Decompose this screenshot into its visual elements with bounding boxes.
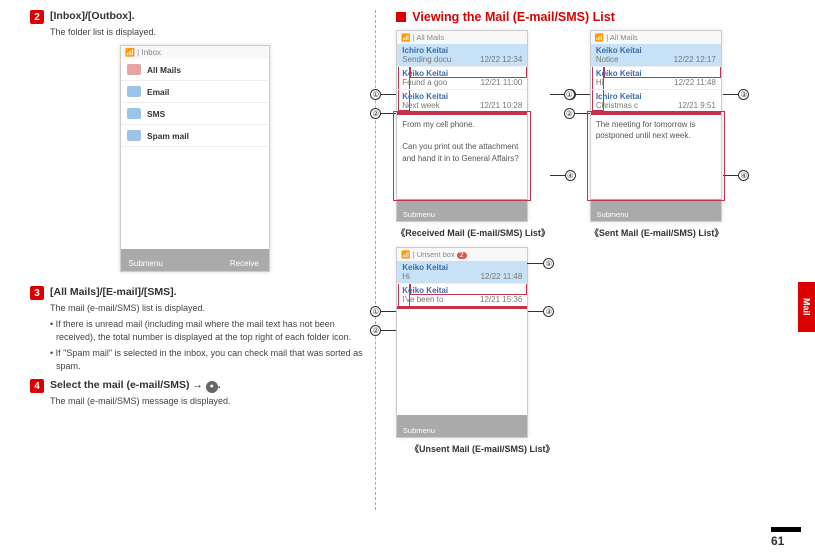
page: 2 [Inbox]/[Outbox]. The folder list is d… bbox=[0, 0, 815, 554]
softkey-left: Submenu bbox=[121, 256, 170, 271]
callout-1: ① bbox=[564, 89, 575, 100]
preview-pane: From my cell phone. Can you print out th… bbox=[397, 115, 527, 199]
step-number-4: 4 bbox=[30, 379, 44, 393]
softkey: Submenu bbox=[397, 424, 440, 437]
softkey: Submenu bbox=[397, 208, 440, 221]
step-4-line: The mail (e-mail/SMS) message is display… bbox=[50, 395, 365, 408]
step-3-body: The mail (e-mail/SMS) list is displayed.… bbox=[50, 302, 365, 373]
softkey-right: Receive bbox=[220, 256, 269, 271]
callout-4: ④ bbox=[565, 170, 576, 181]
list-item: Ichiro Keitai Sending docu12/22 12:34 bbox=[397, 44, 527, 67]
step-3: 3 [All Mails]/[E-mail]/[SMS]. The mail (… bbox=[30, 286, 365, 373]
sent-wrap: ① ② ③ ④ 📶 | All Mails Keiko Keitai Notic… bbox=[590, 30, 724, 239]
phone-status: 📶 | All Mails bbox=[591, 31, 721, 44]
folder-item: Spam mail bbox=[121, 125, 269, 147]
preview-pane: The meeting for tomorrow is postponed un… bbox=[591, 115, 721, 199]
callout-box bbox=[393, 111, 531, 201]
list-item: Keiko Keitai Notice12/22 12:17 bbox=[591, 44, 721, 67]
list-item: Keiko Keitai Hi12/22 11:48 bbox=[397, 261, 527, 284]
callout-1: ① bbox=[370, 306, 381, 317]
phone-received: 📶 | All Mails Ichiro Keitai Sending docu… bbox=[396, 30, 528, 222]
folder-icon bbox=[127, 64, 141, 75]
received-wrap: ① ② ③ ④ 📶 | All Mails Ichiro Keitai Send… bbox=[396, 30, 550, 239]
list-item: Keiko Keitai Hi12/22 11:48 bbox=[591, 67, 721, 90]
left-column: 2 [Inbox]/[Outbox]. The folder list is d… bbox=[30, 10, 365, 530]
caption-unsent: 《Unsent Mail (E-mail/SMS) List》 bbox=[396, 442, 568, 455]
column-divider bbox=[375, 10, 376, 510]
step-3-bullet: • If there is unread mail (including mai… bbox=[50, 318, 365, 344]
step-number-2: 2 bbox=[30, 10, 44, 24]
step-4-body: The mail (e-mail/SMS) message is display… bbox=[50, 395, 365, 408]
section-marker-icon bbox=[396, 12, 406, 22]
folder-icon bbox=[127, 86, 141, 97]
list-item: Keiko Keitai Found a goo12/21 11:00 bbox=[397, 67, 527, 90]
softkeys: Submenu Receive bbox=[121, 249, 269, 271]
callout-3: ③ bbox=[738, 89, 749, 100]
folder-icon bbox=[127, 130, 141, 141]
badge: 2 bbox=[457, 252, 467, 259]
callout-3: ③ bbox=[543, 306, 554, 317]
step-4-title: Select the mail (e-mail/SMS) → ●. bbox=[50, 379, 221, 393]
step-2-line: The folder list is displayed. bbox=[50, 26, 365, 39]
step-2-title: [Inbox]/[Outbox]. bbox=[50, 10, 135, 22]
callout-5: ⑤ bbox=[543, 258, 554, 269]
phone-unsent: 📶 | Unsent box 2 Keiko Keitai Hi12/22 11… bbox=[396, 247, 528, 438]
phone-inbox: 📶 | Inbox All Mails Email SMS Spam mail … bbox=[120, 45, 270, 272]
callout-1: ① bbox=[370, 89, 381, 100]
center-key-icon: ● bbox=[206, 381, 218, 393]
step-3-bullet: • If "Spam mail" is selected in the inbo… bbox=[50, 347, 365, 373]
folder-icon bbox=[127, 108, 141, 119]
preview-pane bbox=[397, 309, 527, 415]
folder-item: All Mails bbox=[121, 59, 269, 81]
step-3-line: The mail (e-mail/SMS) list is displayed. bbox=[50, 302, 365, 315]
top-screens-row: ① ② ③ ④ 📶 | All Mails Ichiro Keitai Send… bbox=[396, 30, 785, 239]
page-number: 61 bbox=[771, 527, 801, 548]
caption-sent: 《Sent Mail (E-mail/SMS) List》 bbox=[590, 226, 724, 239]
step-3-title: [All Mails]/[E-mail]/[SMS]. bbox=[50, 286, 177, 298]
phone-sent: 📶 | All Mails Keiko Keitai Notice12/22 1… bbox=[590, 30, 722, 222]
caption-received: 《Received Mail (E-mail/SMS) List》 bbox=[396, 226, 550, 239]
phone-status: 📶 | Inbox bbox=[121, 46, 269, 59]
phone-status: 📶 | All Mails bbox=[397, 31, 527, 44]
callout-4: ④ bbox=[738, 170, 749, 181]
folder-item: SMS bbox=[121, 103, 269, 125]
phone-status: 📶 | Unsent box 2 bbox=[397, 248, 527, 261]
section-header: Viewing the Mail (E-mail/SMS) List bbox=[396, 10, 785, 24]
right-column: Viewing the Mail (E-mail/SMS) List ① ② ③… bbox=[396, 10, 785, 530]
callout-box bbox=[587, 111, 725, 201]
list-item: Keiko Keitai I've been to12/21 15:36 bbox=[397, 284, 527, 309]
inbox-phone-figure: 📶 | Inbox All Mails Email SMS Spam mail … bbox=[120, 45, 365, 272]
callout-2: ② bbox=[370, 108, 381, 119]
callout-2: ② bbox=[370, 325, 381, 336]
softkey: Submenu bbox=[591, 208, 634, 221]
step-2: 2 [Inbox]/[Outbox]. The folder list is d… bbox=[30, 10, 365, 39]
unsent-wrap: ① ② ③ ⑤ 📶 | Unsent box 2 Keiko Keitai Hi… bbox=[396, 247, 568, 455]
step-2-body: The folder list is displayed. bbox=[50, 26, 365, 39]
callout-2: ② bbox=[564, 108, 575, 119]
step-number-3: 3 bbox=[30, 286, 44, 300]
folder-item: Email bbox=[121, 81, 269, 103]
step-4: 4 Select the mail (e-mail/SMS) → ●. The … bbox=[30, 379, 365, 408]
side-tab-mail: Mail bbox=[798, 282, 815, 332]
